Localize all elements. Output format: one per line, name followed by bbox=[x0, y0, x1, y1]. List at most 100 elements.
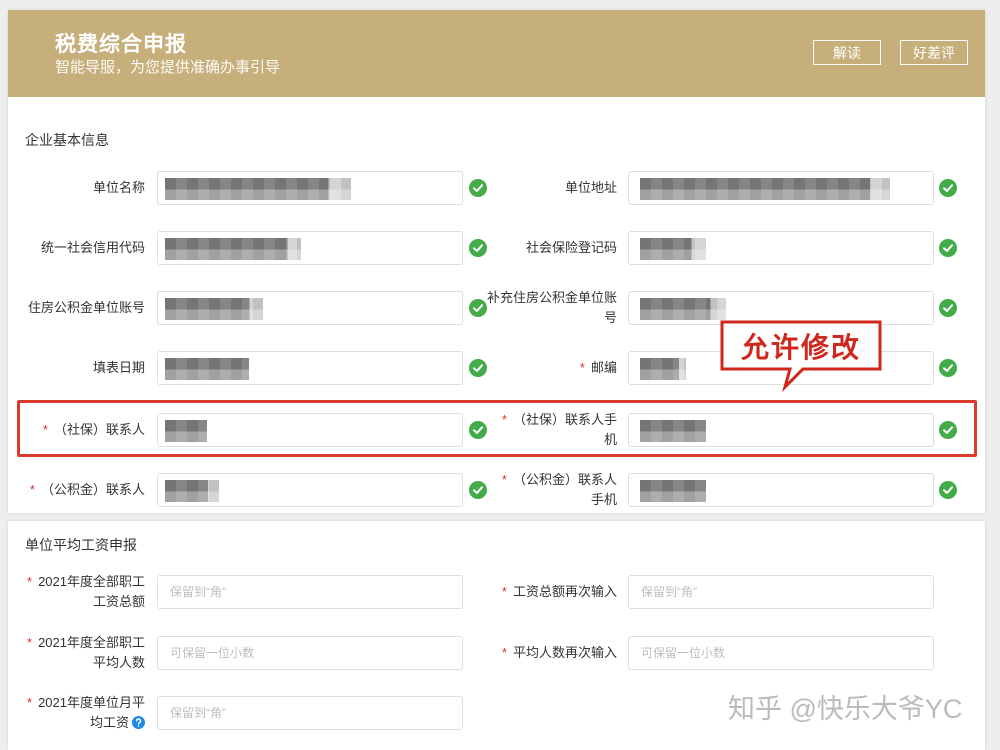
basic-info-section-title: 企业基本信息 bbox=[25, 132, 109, 148]
label-line: 住房公积金单位账号 bbox=[27, 300, 145, 315]
redacted-value bbox=[165, 358, 249, 380]
redacted-value bbox=[165, 298, 263, 320]
total-wages-2021-field[interactable] bbox=[157, 575, 463, 609]
label-line: 手机 bbox=[590, 492, 617, 507]
required-mark: * bbox=[42, 422, 48, 437]
check-circle-icon bbox=[939, 239, 957, 257]
interpret-button[interactable]: 解读 bbox=[813, 40, 881, 65]
redacted-value bbox=[640, 420, 706, 442]
label-line: * 2021年度全部职工 bbox=[27, 633, 145, 653]
label-supplementary-housing-fund-account: 补充住房公积金单位账 号 bbox=[487, 288, 617, 328]
redacted-value bbox=[640, 480, 706, 502]
label-avg-monthly-wage-2021: * 2021年度单位月平 均工资 bbox=[27, 693, 145, 733]
check-circle-icon bbox=[939, 359, 957, 377]
required-mark: * bbox=[501, 412, 507, 427]
wage-section-title: 单位平均工资申报 bbox=[25, 537, 137, 553]
housing-fund-contact-field[interactable] bbox=[157, 473, 463, 507]
total-wages-2021-input[interactable] bbox=[158, 576, 462, 608]
label-housing-fund-contact-phone: * （公积金）联系人 手机 bbox=[502, 470, 617, 510]
label-social-insurance-contact-phone: * （社保）联系人手 机 bbox=[502, 410, 617, 450]
redacted-value bbox=[640, 358, 686, 380]
label-housing-fund-contact: * （公积金）联系人 bbox=[30, 480, 145, 500]
label-line: 补充住房公积金单位账 bbox=[486, 290, 617, 305]
check-circle-icon bbox=[469, 359, 487, 377]
check-circle-icon bbox=[469, 481, 487, 499]
housing-fund-account-field[interactable] bbox=[157, 291, 463, 325]
avg-monthly-wage-2021-field[interactable] bbox=[157, 696, 463, 730]
label-text: （公积金）联系人 bbox=[512, 472, 617, 487]
label-line: * （社保）联系人 bbox=[43, 420, 145, 440]
required-mark: * bbox=[501, 645, 507, 660]
unit-name-field[interactable] bbox=[157, 171, 463, 205]
label-line: 均工资 bbox=[27, 713, 145, 733]
redacted-value bbox=[165, 238, 301, 260]
page-title: 税费综合申报 bbox=[55, 33, 187, 56]
social-insurance-code-field[interactable] bbox=[628, 231, 934, 265]
unit-address-field[interactable] bbox=[628, 171, 934, 205]
check-circle-icon bbox=[939, 421, 957, 439]
label-line: * 2021年度单位月平 bbox=[27, 693, 145, 713]
credit-code-field[interactable] bbox=[157, 231, 463, 265]
help-circle-icon[interactable] bbox=[132, 716, 145, 729]
label-total-wages-confirm: * 工资总额再次输入 bbox=[502, 582, 617, 602]
label-line: 工资总额 bbox=[92, 594, 145, 609]
redacted-value bbox=[165, 420, 207, 442]
label-line: * 2021年度全部职工 bbox=[27, 572, 145, 592]
label-line: 单位名称 bbox=[92, 180, 145, 195]
page-subtitle: 智能导服，为您提供准确办事引导 bbox=[55, 59, 281, 76]
avg-headcount-2021-field[interactable] bbox=[157, 636, 463, 670]
label-postal-code: * 邮编 bbox=[580, 358, 617, 378]
social-insurance-contact-field[interactable] bbox=[157, 413, 463, 447]
redacted-value bbox=[640, 238, 706, 260]
total-wages-confirm-field[interactable] bbox=[628, 575, 934, 609]
required-mark: * bbox=[29, 482, 35, 497]
label-text: 2021年度全部职工 bbox=[38, 574, 145, 589]
label-text: 2021年度单位月平 bbox=[38, 695, 145, 710]
fill-date-field[interactable] bbox=[157, 351, 463, 385]
label-social-insurance-contact: * （社保）联系人 bbox=[43, 420, 145, 440]
required-mark: * bbox=[579, 360, 585, 375]
check-circle-icon bbox=[939, 481, 957, 499]
redacted-value bbox=[640, 298, 726, 320]
label-line: 单位地址 bbox=[564, 180, 617, 195]
label-line: * （公积金）联系人 bbox=[502, 470, 617, 490]
housing-fund-contact-phone-field[interactable] bbox=[628, 473, 934, 507]
label-avg-headcount-2021: * 2021年度全部职工 平均人数 bbox=[27, 633, 145, 673]
review-button[interactable]: 好差评 bbox=[900, 40, 968, 65]
total-wages-confirm-input[interactable] bbox=[629, 576, 933, 608]
label-text: 工资总额再次输入 bbox=[512, 584, 617, 599]
label-avg-headcount-confirm: * 平均人数再次输入 bbox=[502, 643, 617, 663]
label-housing-fund-account: 住房公积金单位账号 bbox=[28, 298, 145, 318]
required-mark: * bbox=[27, 574, 33, 589]
label-credit-code: 统一社会信用代码 bbox=[41, 238, 145, 258]
required-mark: * bbox=[501, 472, 507, 487]
label-unit-name: 单位名称 bbox=[93, 178, 145, 198]
label-line: * （社保）联系人手 bbox=[502, 410, 617, 430]
label-line: 机 bbox=[603, 432, 617, 447]
annotation-text: 允许修改 bbox=[740, 331, 861, 363]
required-mark: * bbox=[501, 584, 507, 599]
label-line: 统一社会信用代码 bbox=[40, 240, 145, 255]
avg-headcount-2021-input[interactable] bbox=[158, 637, 462, 669]
label-line: * （公积金）联系人 bbox=[30, 480, 145, 500]
label-line: 填表日期 bbox=[92, 360, 145, 375]
avg-headcount-confirm-input[interactable] bbox=[629, 637, 933, 669]
label-text: （社保）联系人手 bbox=[512, 412, 617, 427]
label-text: （公积金）联系人 bbox=[40, 482, 145, 497]
avg-headcount-confirm-field[interactable] bbox=[628, 636, 934, 670]
avg-monthly-wage-2021-input[interactable] bbox=[158, 697, 462, 729]
check-circle-icon bbox=[939, 299, 957, 317]
label-line: * 邮编 bbox=[580, 358, 617, 378]
social-insurance-contact-phone-field[interactable] bbox=[628, 413, 934, 447]
required-mark: * bbox=[27, 695, 33, 710]
label-text: 邮编 bbox=[590, 360, 617, 375]
label-text: 均工资 bbox=[89, 715, 129, 730]
label-social-insurance-code: 社会保险登记码 bbox=[526, 238, 617, 258]
redacted-value bbox=[165, 178, 351, 200]
check-circle-icon bbox=[469, 421, 487, 439]
label-text: 平均人数再次输入 bbox=[512, 645, 617, 660]
label-line: * 工资总额再次输入 bbox=[502, 582, 617, 602]
check-circle-icon bbox=[939, 179, 957, 197]
label-unit-address: 单位地址 bbox=[565, 178, 617, 198]
redacted-value bbox=[640, 178, 890, 200]
